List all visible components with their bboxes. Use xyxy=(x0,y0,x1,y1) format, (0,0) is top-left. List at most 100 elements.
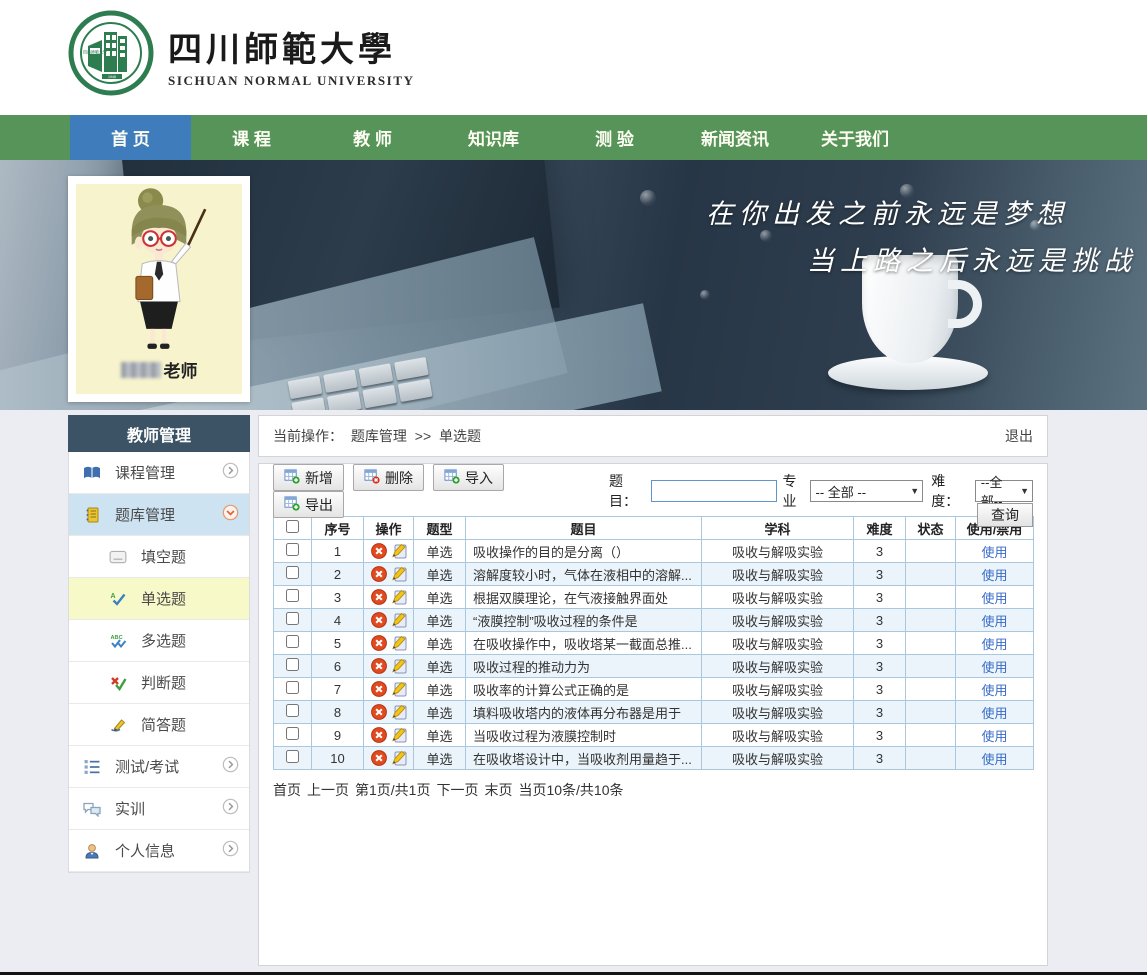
subject-cell: 吸收与解吸实验 xyxy=(702,563,854,586)
main-column: 当前操作： 题库管理 >> 单选题 退出 新增删除导入导出 题目： 专业 -- … xyxy=(258,415,1048,966)
column-header-序号: 序号 xyxy=(312,517,364,540)
usage-toggle-link[interactable]: 使用 xyxy=(981,568,1007,583)
toolbar-button-删除[interactable]: 删除 xyxy=(353,464,424,491)
query-button[interactable]: 查询 xyxy=(977,503,1033,527)
question-type-cell: 单选 xyxy=(414,747,466,770)
subject-cell: 吸收与解吸实验 xyxy=(702,747,854,770)
question-type-cell: 单选 xyxy=(414,655,466,678)
edit-icon[interactable] xyxy=(391,635,407,651)
delete-icon[interactable] xyxy=(371,704,387,720)
row-checkbox[interactable] xyxy=(286,704,299,717)
usage-toggle-link[interactable]: 使用 xyxy=(981,706,1007,721)
edit-icon[interactable] xyxy=(391,589,407,605)
chevron-right-circle-icon xyxy=(222,798,239,819)
edit-icon[interactable] xyxy=(391,681,407,697)
sidebar-item-题库管理[interactable]: 题库管理 xyxy=(69,494,249,536)
select-all-checkbox[interactable] xyxy=(286,520,299,533)
delete-icon[interactable] xyxy=(371,681,387,697)
breadcrumb-separator: >> xyxy=(415,428,431,444)
pagination-上一页[interactable]: 上一页 xyxy=(307,782,349,798)
delete-icon[interactable] xyxy=(371,589,387,605)
subject-cell: 吸收与解吸实验 xyxy=(702,586,854,609)
pagination-首页[interactable]: 首页 xyxy=(273,782,301,798)
svg-text:1946: 1946 xyxy=(108,75,116,79)
edit-icon[interactable] xyxy=(391,727,407,743)
row-checkbox[interactable] xyxy=(286,566,299,579)
status-cell xyxy=(906,540,956,563)
row-checkbox[interactable] xyxy=(286,543,299,556)
question-title-cell: 在吸收塔设计中，当吸收剂用量趋于... xyxy=(466,747,702,770)
usage-toggle-link[interactable]: 使用 xyxy=(981,752,1007,767)
edit-icon[interactable] xyxy=(391,612,407,628)
pagination-末页[interactable]: 末页 xyxy=(484,782,512,798)
usage-toggle-link[interactable]: 使用 xyxy=(981,614,1007,629)
logout-link[interactable]: 退出 xyxy=(1005,426,1033,446)
question-title-cell: 在吸收操作中，吸收塔某一截面总推... xyxy=(466,632,702,655)
difficulty-cell: 3 xyxy=(854,540,906,563)
column-header-题型: 题型 xyxy=(414,517,466,540)
row-checkbox[interactable] xyxy=(286,750,299,763)
sidebar-item-填空题[interactable]: 填空题 xyxy=(69,536,249,578)
row-number-cell: 8 xyxy=(312,701,364,724)
sidebar-item-判断题[interactable]: 判断题 xyxy=(69,662,249,704)
row-checkbox[interactable] xyxy=(286,681,299,694)
delete-icon[interactable] xyxy=(371,543,387,559)
sidebar-item-简答题[interactable]: 简答题 xyxy=(69,704,249,746)
row-checkbox[interactable] xyxy=(286,589,299,602)
usage-toggle-link[interactable]: 使用 xyxy=(981,683,1007,698)
nav-item-教师[interactable]: 教 师 xyxy=(312,115,433,160)
edit-icon[interactable] xyxy=(391,566,407,582)
usage-toggle-link[interactable]: 使用 xyxy=(981,729,1007,744)
difficulty-cell: 3 xyxy=(854,747,906,770)
major-select[interactable]: -- 全部 -- xyxy=(810,480,924,502)
pagination-当页10条/共10条: 当页10条/共10条 xyxy=(518,782,623,798)
edit-icon[interactable] xyxy=(391,658,407,674)
nav-item-知识库[interactable]: 知识库 xyxy=(433,115,554,160)
question-title-cell: 吸收率的计算公式正确的是 xyxy=(466,678,702,701)
svg-text:ABC: ABC xyxy=(111,635,123,641)
title-search-input[interactable] xyxy=(651,480,777,502)
chevron-right-circle-icon xyxy=(222,840,239,861)
row-checkbox[interactable] xyxy=(286,658,299,671)
edit-icon[interactable] xyxy=(391,704,407,720)
sidebar-item-测试/考试[interactable]: 测试/考试 xyxy=(69,746,249,788)
difficulty-select[interactable]: --全部-- xyxy=(975,480,1033,502)
usage-toggle-link[interactable]: 使用 xyxy=(981,660,1007,675)
toolbar-button-新增[interactable]: 新增 xyxy=(273,464,344,491)
pagination-第1页/共1页: 第1页/共1页 xyxy=(355,782,430,798)
toolbar-button-导出[interactable]: 导出 xyxy=(273,491,344,518)
nav-item-首页[interactable]: 首 页 xyxy=(70,115,191,160)
edit-icon[interactable] xyxy=(391,750,407,766)
usage-cell: 使用 xyxy=(956,678,1034,701)
delete-icon[interactable] xyxy=(371,727,387,743)
question-title-cell: “液膜控制”吸收过程的条件是 xyxy=(466,609,702,632)
delete-icon[interactable] xyxy=(371,658,387,674)
nav-item-关于我们[interactable]: 关于我们 xyxy=(795,115,915,160)
table-row: 7单选吸收率的计算公式正确的是吸收与解吸实验3使用 xyxy=(274,678,1034,701)
row-checkbox[interactable] xyxy=(286,727,299,740)
delete-icon[interactable] xyxy=(371,750,387,766)
nav-item-测验[interactable]: 测 验 xyxy=(554,115,675,160)
sidebar-item-多选题[interactable]: ABC多选题 xyxy=(69,620,249,662)
sidebar-item-label: 测试/考试 xyxy=(115,756,222,777)
toolbar-button-导入[interactable]: 导入 xyxy=(433,464,504,491)
usage-toggle-link[interactable]: 使用 xyxy=(981,637,1007,652)
usage-toggle-link[interactable]: 使用 xyxy=(981,591,1007,606)
row-checkbox[interactable] xyxy=(286,612,299,625)
nav-item-课程[interactable]: 课 程 xyxy=(191,115,312,160)
sidebar-item-课程管理[interactable]: 课程管理 xyxy=(69,452,249,494)
delete-icon[interactable] xyxy=(371,635,387,651)
sidebar-item-实训[interactable]: 实训 xyxy=(69,788,249,830)
toolbar-button-label: 导出 xyxy=(305,495,333,515)
row-checkbox[interactable] xyxy=(286,635,299,648)
table-row: 9单选当吸收过程为液膜控制时吸收与解吸实验3使用 xyxy=(274,724,1034,747)
sidebar-item-个人信息[interactable]: 个人信息 xyxy=(69,830,249,872)
delete-icon[interactable] xyxy=(371,612,387,628)
nav-item-新闻资讯[interactable]: 新闻资讯 xyxy=(675,115,795,160)
sidebar-item-单选题[interactable]: A单选题 xyxy=(69,578,249,620)
pagination-下一页[interactable]: 下一页 xyxy=(436,782,478,798)
edit-icon[interactable] xyxy=(391,543,407,559)
question-panel: 新增删除导入导出 题目： 专业 -- 全部 -- 难度： --全部-- 查询 序 xyxy=(258,463,1048,966)
usage-toggle-link[interactable]: 使用 xyxy=(981,545,1007,560)
delete-icon[interactable] xyxy=(371,566,387,582)
